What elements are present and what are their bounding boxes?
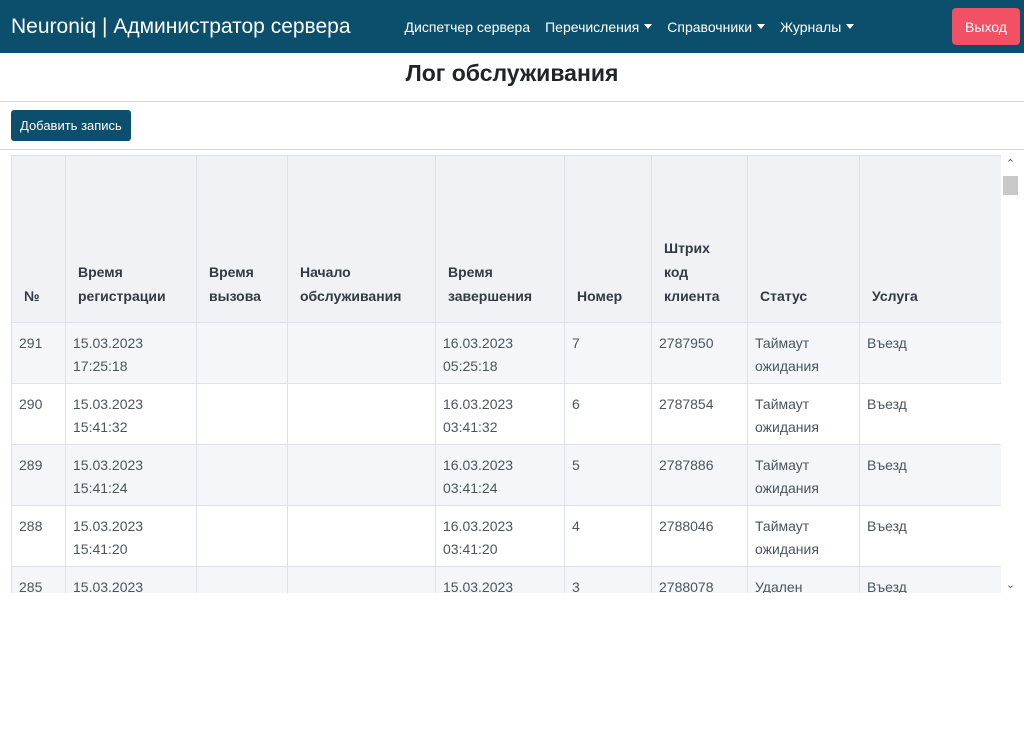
logout-button[interactable]: Выход <box>952 8 1020 45</box>
cell-registration-time: 15.03.2023 15:41:20 <box>65 505 197 567</box>
cell-id: 290 <box>11 383 66 445</box>
cell-id: 291 <box>11 322 66 384</box>
cell-end-time: 16.03.2023 05:25:18 <box>435 322 565 384</box>
cell-service-start <box>287 566 436 593</box>
caret-down-icon <box>846 24 855 29</box>
cell-registration-time: 15.03.2023 15:41:24 <box>65 444 197 506</box>
cell-status: Таймаут ожидания <box>747 383 860 445</box>
service-log-table: № Время регистрации Время вызова Начало … <box>11 155 1002 593</box>
top-navbar: Neuroniq | Администратор сервера Диспетч… <box>0 0 1024 53</box>
cell-call-time <box>196 322 288 384</box>
cell-status: Таймаут ожидания <box>747 444 860 506</box>
nav-dropdown-journals[interactable]: Журналы <box>780 18 855 35</box>
cell-call-time <box>196 505 288 567</box>
cell-id: 289 <box>11 444 66 506</box>
cell-call-time <box>196 444 288 506</box>
caret-down-icon <box>757 24 766 29</box>
add-record-button[interactable]: Добавить запись <box>11 110 131 141</box>
app-brand[interactable]: Neuroniq | Администратор сервера <box>11 15 351 39</box>
caret-down-icon <box>644 24 653 29</box>
cell-status: Таймаут ожидания <box>747 322 860 384</box>
service-log-table-container: № Время регистрации Время вызова Начало … <box>11 155 1020 593</box>
table-header-row: № Время регистрации Время вызова Начало … <box>11 155 1002 323</box>
cell-barcode: 2787950 <box>651 322 748 384</box>
cell-id: 288 <box>11 505 66 567</box>
cell-status: Таймаут ожидания <box>747 505 860 567</box>
nav-link-label: Перечисления <box>545 18 640 35</box>
cell-call-time <box>196 383 288 445</box>
cell-barcode: 2788078 <box>651 566 748 593</box>
cell-barcode: 2788046 <box>651 505 748 567</box>
cell-service-start <box>287 505 436 567</box>
cell-service: Въезд <box>859 505 1002 567</box>
chevron-down-icon[interactable]: ⌄ <box>1001 576 1020 593</box>
table-row[interactable]: 290 15.03.2023 15:41:32 16.03.2023 03:41… <box>11 383 1002 445</box>
table-row[interactable]: 291 15.03.2023 17:25:18 16.03.2023 05:25… <box>11 322 1002 384</box>
cell-call-time <box>196 566 288 593</box>
divider <box>0 149 1024 150</box>
cell-end-time: 16.03.2023 03:41:20 <box>435 505 565 567</box>
cell-service: Въезд <box>859 444 1002 506</box>
column-header-call-time[interactable]: Время вызова <box>196 155 288 323</box>
cell-end-time: 16.03.2023 03:41:24 <box>435 444 565 506</box>
vertical-scrollbar[interactable]: ⌃ ⌄ <box>1001 155 1020 593</box>
cell-registration-time: 15.03.2023 15:41:32 <box>65 383 197 445</box>
scrollbar-thumb[interactable] <box>1003 176 1018 195</box>
cell-number: 3 <box>564 566 652 593</box>
column-header-id[interactable]: № <box>11 155 66 323</box>
cell-service: Въезд <box>859 322 1002 384</box>
cell-number: 7 <box>564 322 652 384</box>
column-header-registration-time[interactable]: Время регистрации <box>65 155 197 323</box>
nav-dropdown-directories[interactable]: Справочники <box>667 18 766 35</box>
cell-end-time: 15.03.2023 <box>435 566 565 593</box>
table-row[interactable]: 289 15.03.2023 15:41:24 16.03.2023 03:41… <box>11 444 1002 506</box>
cell-barcode: 2787886 <box>651 444 748 506</box>
cell-number: 5 <box>564 444 652 506</box>
cell-id: 285 <box>11 566 66 593</box>
nav-dropdown-enumerations[interactable]: Перечисления <box>545 18 653 35</box>
toolbar: Добавить запись <box>0 102 1024 149</box>
column-header-status[interactable]: Статус <box>747 155 860 323</box>
nav-link-label: Справочники <box>667 18 753 35</box>
cell-registration-time: 15.03.2023 17:25:18 <box>65 322 197 384</box>
nav-link-label: Журналы <box>780 18 842 35</box>
table-row[interactable]: 288 15.03.2023 15:41:20 16.03.2023 03:41… <box>11 505 1002 567</box>
chevron-up-icon[interactable]: ⌃ <box>1001 155 1020 172</box>
column-header-service[interactable]: Услуга <box>859 155 1002 323</box>
cell-service: Въезд <box>859 566 1002 593</box>
cell-barcode: 2787854 <box>651 383 748 445</box>
cell-number: 6 <box>564 383 652 445</box>
column-header-end-time[interactable]: Время завершения <box>435 155 565 323</box>
cell-service-start <box>287 444 436 506</box>
column-header-barcode[interactable]: Штрих код клиента <box>651 155 748 323</box>
cell-registration-time: 15.03.2023 <box>65 566 197 593</box>
cell-service-start <box>287 383 436 445</box>
cell-service-start <box>287 322 436 384</box>
nav-link-server-dispatcher[interactable]: Диспетчер сервера <box>405 19 531 35</box>
nav-link-label: Диспетчер сервера <box>404 18 531 35</box>
column-header-number[interactable]: Номер <box>564 155 652 323</box>
cell-service: Въезд <box>859 383 1002 445</box>
table-row[interactable]: 285 15.03.2023 15.03.2023 3 2788078 Удал… <box>11 566 1002 593</box>
nav-links: Диспетчер сервера Перечисления Справочни… <box>405 19 870 35</box>
cell-number: 4 <box>564 505 652 567</box>
page-title: Лог обслуживания <box>405 60 619 86</box>
cell-status: Удален <box>747 566 860 593</box>
column-header-service-start[interactable]: Начало обслуживания <box>287 155 436 323</box>
cell-end-time: 16.03.2023 03:41:32 <box>435 383 565 445</box>
